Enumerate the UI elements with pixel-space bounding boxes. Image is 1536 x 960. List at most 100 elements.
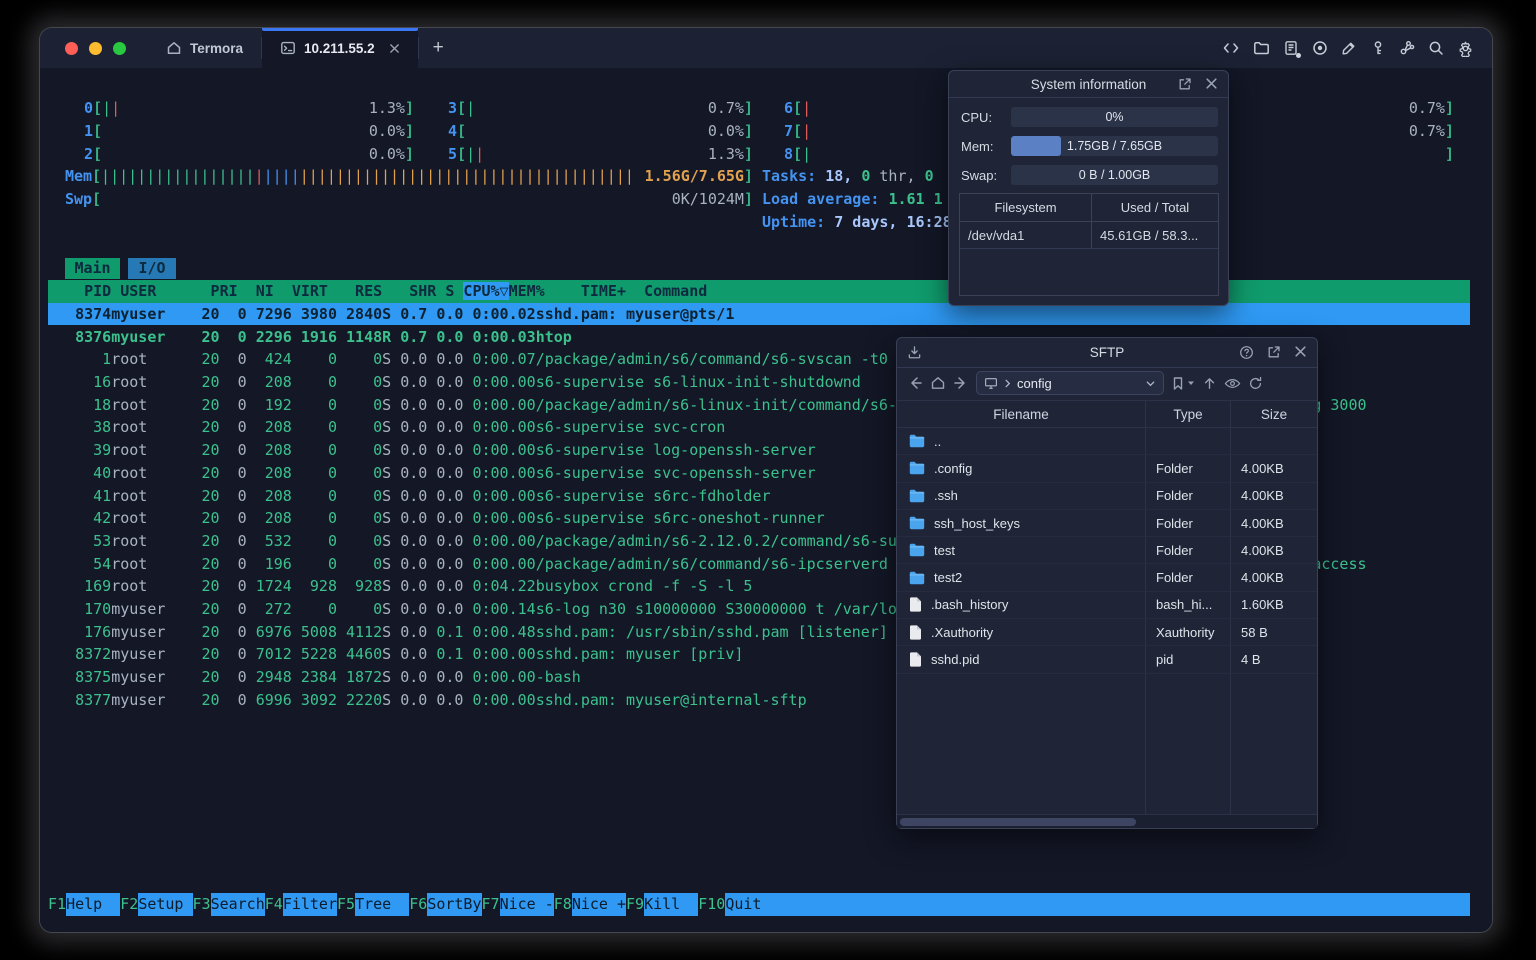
file-type: Folder: [1146, 482, 1231, 509]
home-icon: [166, 40, 182, 56]
open-external-icon[interactable]: [1267, 345, 1281, 360]
htop-tab-main[interactable]: Main: [65, 257, 120, 279]
filesystem-row: /dev/vda1 45.61GB / 58.3...: [960, 222, 1218, 249]
close-icon[interactable]: [1205, 77, 1218, 91]
open-external-icon[interactable]: [1178, 77, 1192, 91]
zoom-window-button[interactable]: [113, 41, 126, 55]
close-icon[interactable]: [1294, 345, 1307, 360]
mem-label: Mem:: [961, 138, 994, 154]
fkey-button-kill[interactable]: Kill: [644, 893, 699, 916]
tab-termora[interactable]: Termora: [148, 28, 261, 68]
file-size: 4.00KB: [1241, 542, 1284, 558]
chevron-right-icon: [1003, 379, 1012, 388]
edit-icon[interactable]: [1341, 40, 1357, 56]
new-tab-button[interactable]: +: [419, 28, 458, 68]
titlebar: Termora 10.211.55.2 +: [40, 28, 1492, 68]
keychain-icon[interactable]: [1399, 40, 1415, 56]
tasks-line: Tasks: 18, 0 thr, 0: [762, 167, 934, 186]
fkey-button-filter[interactable]: Filter: [282, 893, 337, 916]
up-directory-icon[interactable]: [1202, 376, 1217, 391]
swap-usage-bar: 0 B / 1.00GB: [1011, 165, 1218, 185]
chevron-down-icon[interactable]: [1145, 378, 1156, 389]
settings-icon[interactable]: [1457, 40, 1474, 57]
home-icon[interactable]: [930, 375, 946, 391]
fkey-button-help[interactable]: Help: [66, 893, 121, 916]
folder-icon[interactable]: [1253, 40, 1270, 56]
fkey-button-search[interactable]: Search: [210, 893, 265, 916]
cpu-usage-row: CPU: 0%: [961, 107, 1218, 127]
close-window-button[interactable]: [65, 41, 78, 55]
type-column-header[interactable]: Type: [1146, 401, 1231, 427]
cpu-meter-1: 1[0.0%]: [84, 122, 414, 141]
refresh-icon[interactable]: [1248, 376, 1263, 391]
fkey-button-setup[interactable]: Setup: [138, 893, 193, 916]
fkey-f1: F1: [48, 895, 67, 914]
htop-tab-io[interactable]: I/O: [128, 257, 176, 279]
file-row-.ssh[interactable]: .ssh Folder 4.00KB: [897, 482, 1317, 510]
forward-icon[interactable]: [953, 375, 969, 391]
file-type: [1146, 428, 1231, 455]
file-size: 58 B: [1241, 624, 1268, 640]
size-column-header[interactable]: Size: [1231, 401, 1317, 427]
cpu-usage-bar: 0%: [1011, 107, 1218, 127]
file-row-ssh_host_keys[interactable]: ssh_host_keys Folder 4.00KB: [897, 509, 1317, 538]
filename-column-header[interactable]: Filename: [897, 401, 1146, 427]
file-type: Folder: [1146, 509, 1231, 537]
computer-icon: [984, 377, 998, 390]
search-icon[interactable]: [1428, 40, 1444, 56]
close-tab-icon[interactable]: [389, 43, 400, 54]
fkey-button-sortby[interactable]: SortBy: [427, 893, 482, 916]
process-table-header[interactable]: PID USER PRI NI VIRT RES SHR S CPU%▽ MEM%…: [48, 280, 1470, 303]
file-name: .config: [934, 460, 973, 476]
folder-icon: [909, 571, 925, 584]
process-row-8374[interactable]: 8374 myuser 20 0 7296 3980 2840 S 0.7 0.…: [48, 302, 1470, 326]
show-hidden-icon[interactable]: [1224, 376, 1241, 391]
record-icon[interactable]: [1312, 40, 1328, 56]
filesystem-table: Filesystem Used / Total /dev/vda1 45.61G…: [959, 193, 1219, 296]
traffic-lights: [40, 28, 148, 68]
fkey-f4: F4: [264, 895, 283, 914]
minimize-window-button[interactable]: [89, 41, 102, 55]
fkey-button-nice-[interactable]: Nice +: [571, 893, 626, 916]
fkey-f7: F7: [481, 895, 500, 914]
function-key-bar: F1 Help F2 Setup F3 Search F4 Filter F5 Tree F6…: [48, 893, 1470, 916]
swp-meter-label: Swp: [65, 190, 93, 209]
file-name: .bash_history: [931, 597, 1009, 613]
bookmark-button[interactable]: [1171, 376, 1195, 391]
swap-usage-row: Swap: 0 B / 1.00GB: [961, 165, 1218, 185]
system-information-panel: System information CPU: 0% Mem: 1.75GB /…: [948, 70, 1229, 306]
fkey-f10: F10: [698, 895, 726, 914]
file-row-.config[interactable]: .config Folder 4.00KB: [897, 455, 1317, 483]
file-row-.bash_history[interactable]: .bash_history bash_hi... 1.60KB: [897, 591, 1317, 620]
mem-usage-bar: 1.75GB / 7.65GB: [1011, 136, 1218, 156]
scrollbar-thumb[interactable]: [900, 817, 1136, 826]
help-icon[interactable]: [1239, 345, 1254, 360]
back-icon[interactable]: [907, 375, 923, 391]
fkey-button-tree[interactable]: Tree: [355, 893, 410, 916]
fkey-button-quit[interactable]: Quit: [725, 893, 780, 916]
sftp-toolbar: config: [897, 368, 1317, 398]
mem-meter-label: Mem: [65, 167, 93, 186]
path-breadcrumb[interactable]: config: [976, 371, 1164, 395]
file-name: .Xauthority: [931, 624, 994, 640]
terminal-icon: [280, 40, 296, 56]
code-icon[interactable]: [1222, 40, 1240, 56]
titlebar-actions: [1222, 28, 1492, 68]
key-icon[interactable]: [1370, 40, 1386, 56]
file-name: ..: [934, 433, 942, 449]
file-row-..[interactable]: ..: [897, 428, 1317, 456]
fkey-f2: F2: [120, 895, 139, 914]
file-row-test2[interactable]: test2 Folder 4.00KB: [897, 564, 1317, 592]
file-name: test: [934, 542, 955, 558]
tab-ssh-session[interactable]: 10.211.55.2: [262, 28, 418, 68]
mem-meter: [|||||||||||||||||||||||||||||||||||||||…: [92, 167, 753, 186]
cpu-meter-2: 2[0.0%]: [84, 144, 414, 163]
fkey-button-nice-[interactable]: Nice -: [499, 893, 554, 916]
file-type: bash_hi...: [1146, 591, 1231, 619]
file-row-sshd.pid[interactable]: sshd.pid pid 4 B: [897, 646, 1317, 674]
used-total-column-header: Used / Total: [1120, 200, 1190, 215]
horizontal-scrollbar: [897, 814, 1317, 828]
file-row-test[interactable]: test Folder 4.00KB: [897, 537, 1317, 565]
log-icon[interactable]: [1283, 40, 1301, 58]
file-row-.Xauthority[interactable]: .Xauthority Xauthority 58 B: [897, 619, 1317, 647]
